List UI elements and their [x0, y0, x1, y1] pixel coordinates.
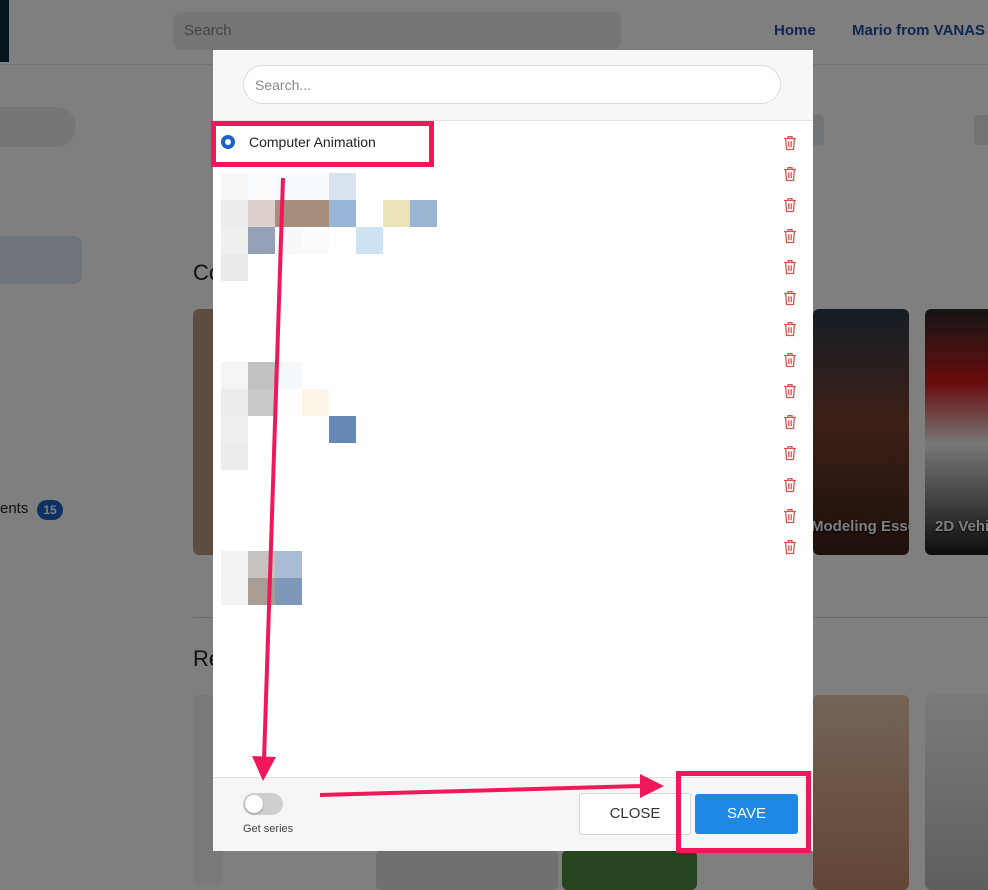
- arrow-right-line: [319, 784, 643, 797]
- arrow-down-line: [262, 177, 285, 761]
- arrow-down-head: [252, 756, 276, 781]
- annotation-arrows: [252, 177, 664, 798]
- arrow-right-head: [640, 774, 664, 798]
